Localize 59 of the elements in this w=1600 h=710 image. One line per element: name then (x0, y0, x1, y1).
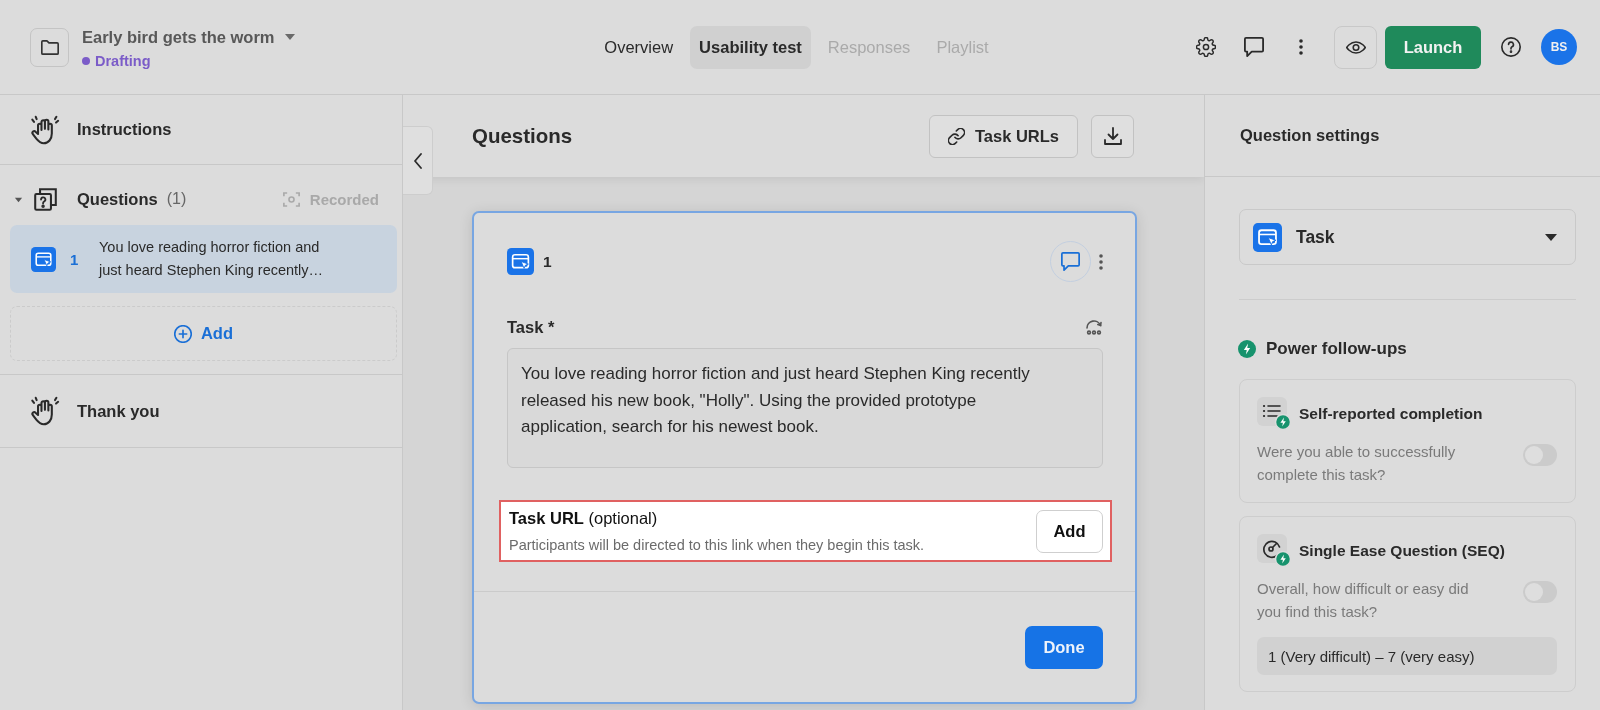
caret-icon (284, 33, 295, 40)
caret-icon (1545, 233, 1557, 241)
follow-up-title: Self-reported completion (1299, 404, 1483, 423)
question-text: You love reading horror fiction and just heard Stephen King recently… (99, 238, 325, 280)
question-type-select[interactable]: Task (1239, 209, 1576, 265)
browser-cursor-icon (507, 248, 534, 275)
tab[interactable]: Usability test (690, 25, 811, 69)
task-url-hint: Participants will be directed to this link when they begin this task. (509, 535, 925, 554)
waving-hand-icon (30, 114, 61, 145)
section-title: Questions (77, 189, 158, 209)
follow-up-title: Single Ease Question (SEQ) (1299, 541, 1505, 560)
done-button[interactable]: Done (1025, 626, 1103, 669)
eye-icon (1345, 40, 1366, 54)
add-url-button[interactable]: Add (1036, 509, 1103, 553)
task-url-label: Task URL (optional) (509, 508, 659, 528)
panel-title: Question settings (1240, 126, 1380, 145)
status-dot-icon (82, 56, 90, 65)
chevron-left-icon (413, 152, 422, 169)
section-title: Power follow-ups (1266, 339, 1407, 359)
download-icon (1103, 127, 1122, 145)
chat-icon[interactable] (1244, 37, 1264, 57)
question-number: 1 (70, 249, 80, 270)
follow-up-question: Overall, how difficult or easy did you find this task? (1257, 579, 1470, 622)
browser-cursor-icon (31, 246, 56, 272)
focus-frame-icon (282, 191, 300, 207)
follow-up-question: Were you able to successfully complete this task? (1257, 442, 1457, 485)
folder-button[interactable] (30, 27, 69, 67)
user-avatar[interactable]: BS (1541, 29, 1577, 65)
project-title-dropdown[interactable]: Early bird gets the worm (82, 26, 295, 47)
help-icon[interactable] (1501, 37, 1521, 57)
task-urls-button[interactable]: Task URLs (929, 114, 1078, 158)
link-icon (947, 127, 965, 145)
more-icon[interactable] (1099, 253, 1103, 270)
rating-scale: 1 (Very difficult) – 7 (very easy) (1257, 637, 1557, 675)
list-bolt-icon (1257, 397, 1291, 430)
more-icon[interactable] (1299, 39, 1303, 55)
arc-dots-icon[interactable] (1085, 319, 1103, 335)
status-label: Drafting (95, 51, 151, 70)
bolt-icon (1238, 340, 1256, 358)
folder-icon (40, 39, 59, 55)
settings-icon[interactable] (1196, 37, 1216, 57)
question-frame-icon (34, 187, 57, 211)
preview-button[interactable] (1334, 25, 1377, 69)
chat-icon (1061, 252, 1080, 271)
thank-you-item[interactable]: Thank you (0, 375, 402, 448)
instructions-item[interactable]: Instructions (0, 95, 402, 165)
waving-hand-icon (30, 396, 61, 426)
question-count: (1) (166, 190, 187, 208)
question-number: 1 (543, 252, 552, 271)
question-item[interactable]: 1 You love reading horror fiction and just heard Stephen King recently… (10, 225, 397, 293)
task-field[interactable]: You love reading horror fiction and just heard Stephen King recently released his new book, "Holly". Using the provided prototype application, search for his newest book. (507, 348, 1103, 468)
add-question-button[interactable]: Add (10, 306, 397, 361)
download-button[interactable] (1091, 114, 1134, 158)
tab[interactable]: Overview (595, 25, 683, 69)
panel-title: Questions (472, 124, 573, 148)
gauge-bolt-icon (1257, 534, 1291, 567)
launch-button[interactable]: Launch (1385, 25, 1481, 69)
browser-cursor-icon (1253, 222, 1282, 252)
field-label: Task * (507, 317, 555, 337)
